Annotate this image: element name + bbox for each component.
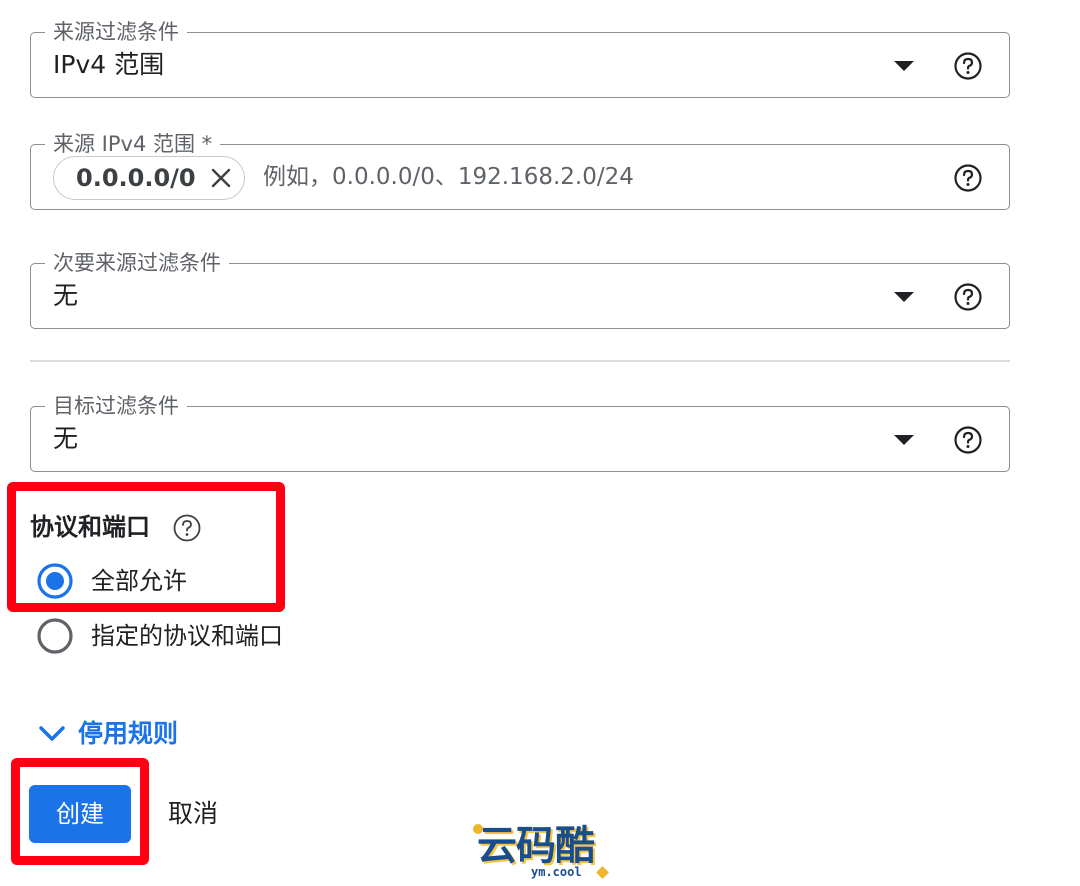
caret-down-icon[interactable] bbox=[894, 61, 914, 71]
radio-unchecked-icon[interactable] bbox=[36, 617, 74, 655]
secondary-source-filter-select[interactable]: 次要来源过滤条件 无 bbox=[30, 250, 1010, 329]
target-filter-label: 目标过滤条件 bbox=[45, 393, 187, 419]
radio-specified-protocols-label: 指定的协议和端口 bbox=[91, 622, 283, 650]
logo-text: 云码酷 bbox=[477, 823, 595, 869]
logo-subtext: ym.cool bbox=[531, 865, 582, 879]
disable-rule-label: 停用规则 bbox=[78, 719, 179, 748]
ip-range-input[interactable]: 例如，0.0.0.0/0、192.168.2.0/24 bbox=[263, 162, 634, 192]
target-filter-value: 无 bbox=[53, 424, 79, 453]
caret-down-icon[interactable] bbox=[894, 435, 914, 445]
source-filter-label: 来源过滤条件 bbox=[45, 19, 187, 45]
cancel-button[interactable]: 取消 bbox=[168, 795, 218, 833]
secondary-source-filter-label: 次要来源过滤条件 bbox=[45, 250, 229, 276]
ip-range-chip[interactable]: 0.0.0.0/0 bbox=[53, 156, 245, 200]
source-ip-range-field[interactable]: 来源 IPv4 范围 * 0.0.0.0/0 例如，0.0.0.0/0、192.… bbox=[30, 131, 1010, 210]
source-filter-select[interactable]: 来源过滤条件 IPv4 范围 bbox=[30, 19, 1010, 98]
close-icon[interactable] bbox=[210, 167, 232, 189]
logo-diamond bbox=[596, 866, 609, 879]
help-circle-icon[interactable] bbox=[953, 282, 983, 312]
source-filter-value: IPv4 范围 bbox=[53, 50, 165, 79]
secondary-source-filter-value: 无 bbox=[53, 281, 79, 310]
help-circle-icon[interactable] bbox=[953, 163, 983, 193]
watermark-logo: 云码酷 ym.cool bbox=[465, 820, 615, 882]
chevron-down-icon bbox=[39, 726, 65, 741]
highlight-box-protocols bbox=[7, 482, 285, 612]
section-divider bbox=[30, 360, 1010, 362]
highlight-box-create bbox=[11, 758, 149, 865]
source-ip-range-label: 来源 IPv4 范围 * bbox=[45, 131, 221, 157]
help-circle-icon[interactable] bbox=[953, 425, 983, 455]
help-circle-icon[interactable] bbox=[953, 51, 983, 81]
ip-range-chip-label: 0.0.0.0/0 bbox=[76, 164, 196, 192]
target-filter-select[interactable]: 目标过滤条件 无 bbox=[30, 393, 1010, 472]
caret-down-icon[interactable] bbox=[894, 292, 914, 302]
